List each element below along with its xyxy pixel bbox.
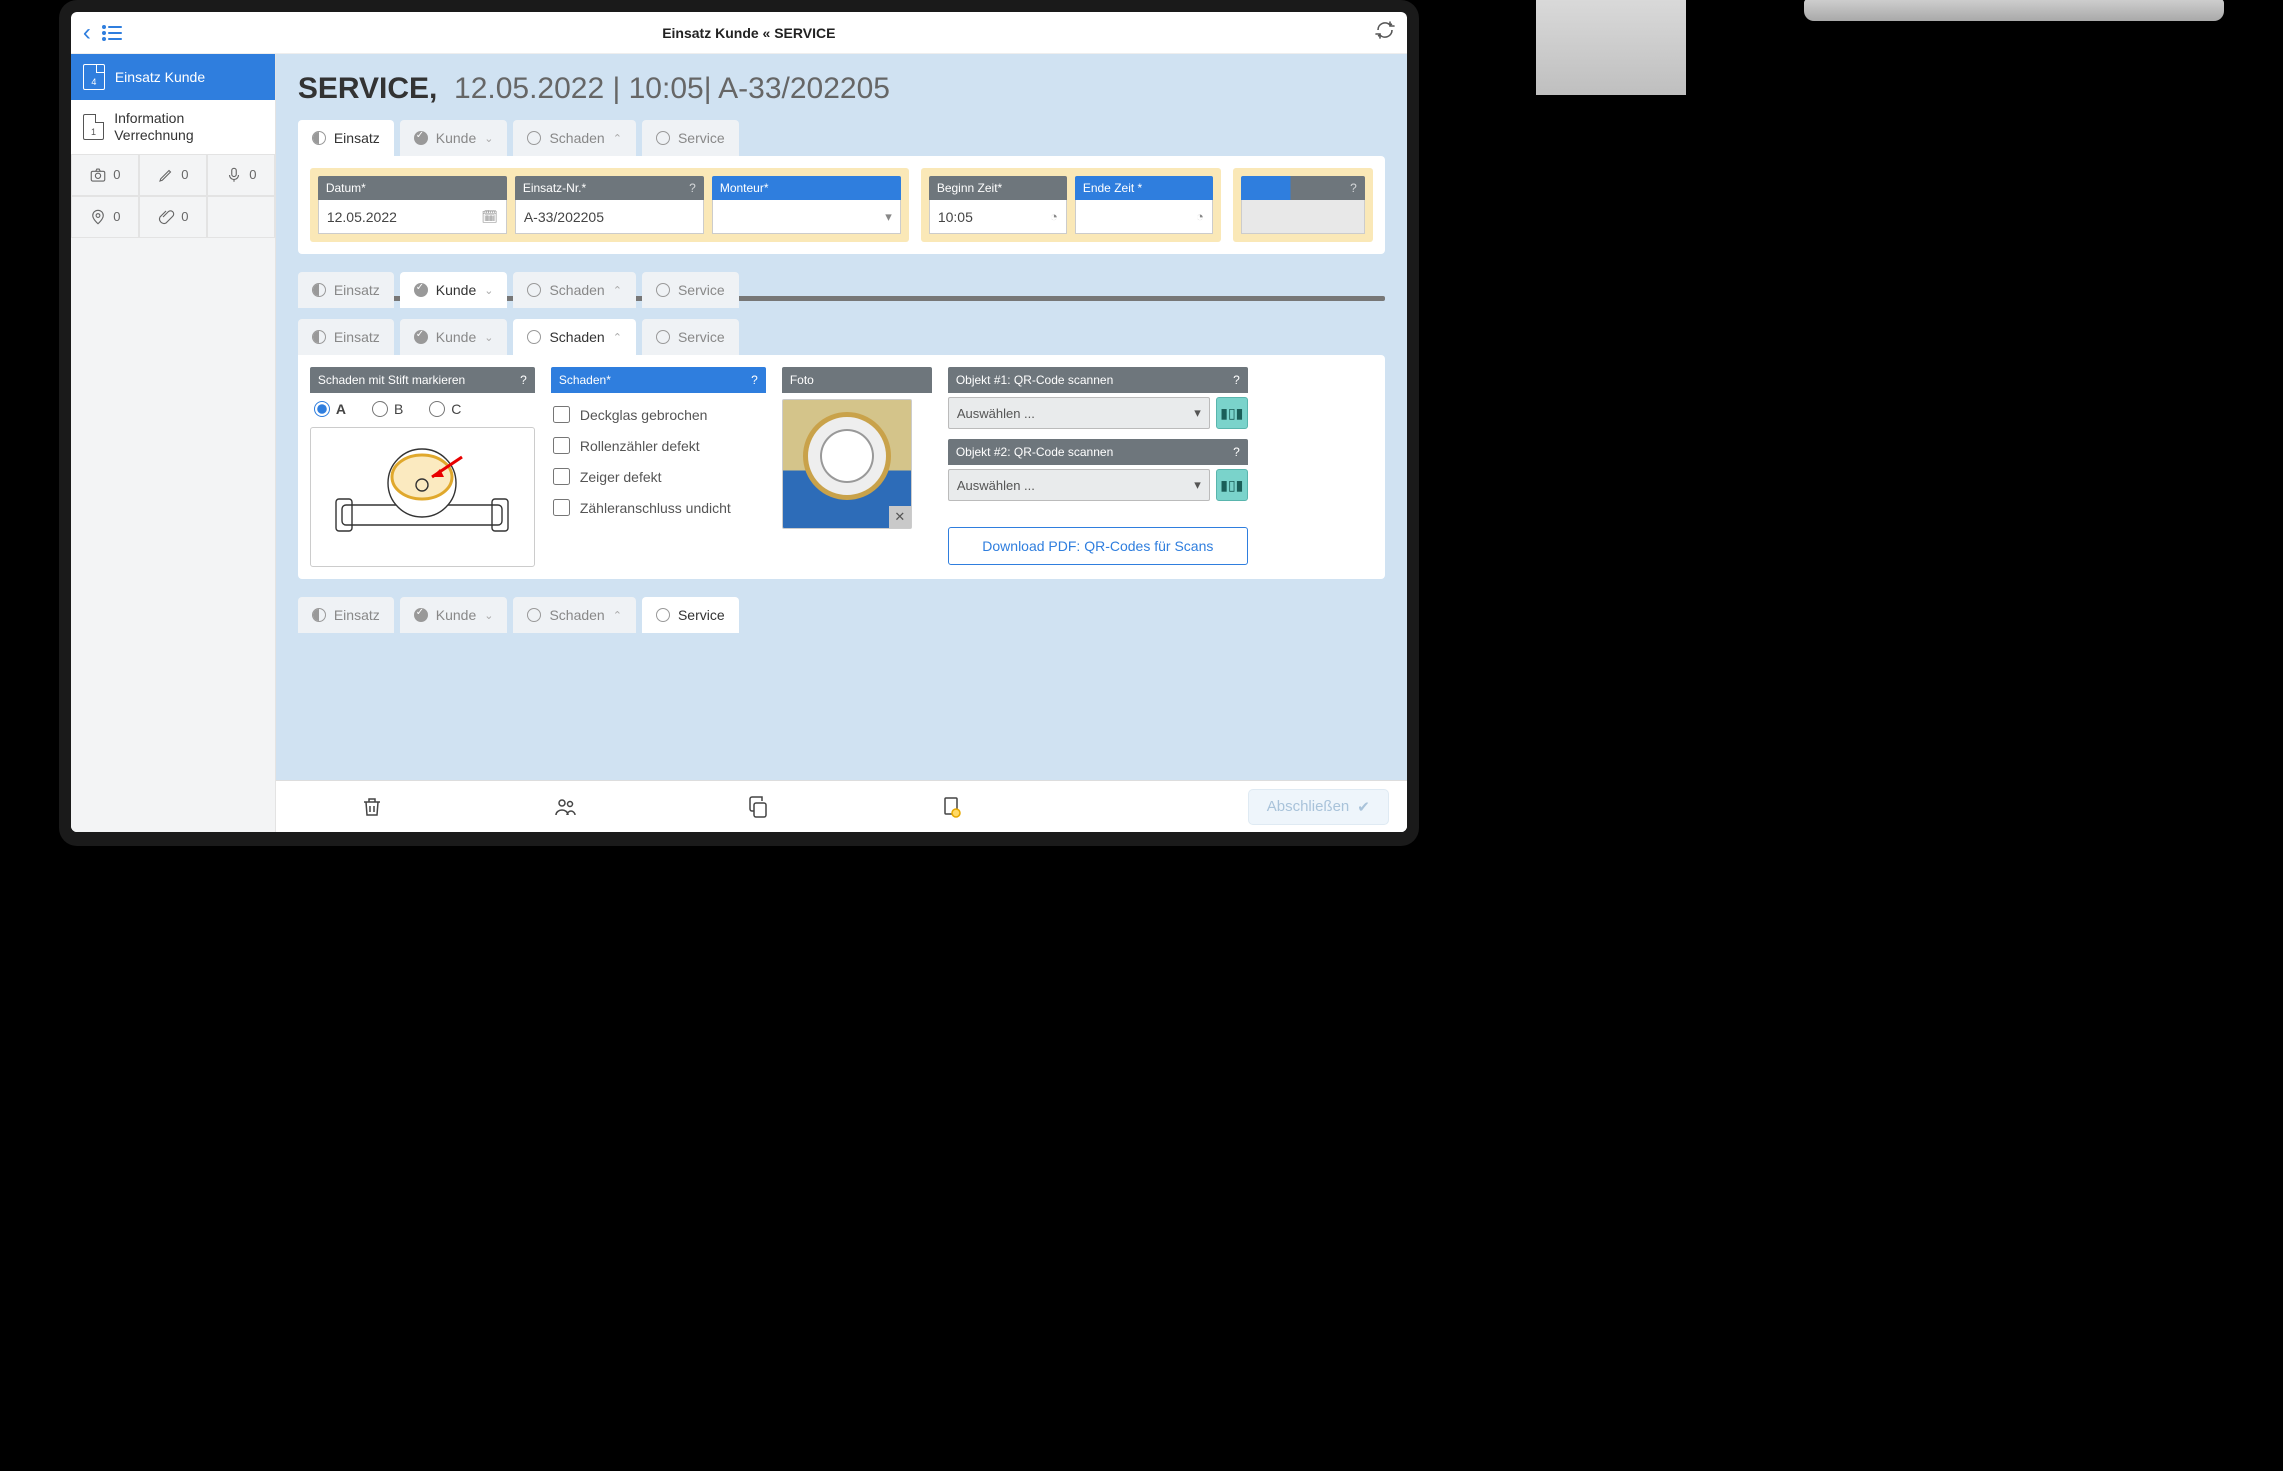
help-icon[interactable]: ?	[689, 181, 696, 195]
check-zeiger[interactable]: Zeiger defekt	[553, 461, 764, 492]
clip-count[interactable]: 0	[139, 196, 207, 238]
document-icon: 4	[83, 64, 105, 90]
label-monteur: Monteur*	[712, 176, 901, 200]
stamp-button[interactable]	[854, 795, 1047, 819]
select-qr2[interactable]: Auswählen ...▾	[948, 469, 1210, 501]
label-schaden-list: Schaden*?	[551, 367, 766, 393]
sidebar-item-verrechnung[interactable]: 1 Information Verrechnung	[71, 100, 275, 154]
remove-photo-icon[interactable]: ✕	[889, 506, 911, 528]
tab-service[interactable]: Service	[642, 597, 739, 633]
tab-schaden[interactable]: Schaden⌃	[513, 272, 636, 308]
check-circle-icon: ✔	[1357, 798, 1370, 816]
input-ende[interactable]: ◔	[1075, 200, 1213, 234]
tab-einsatz[interactable]: Einsatz	[298, 120, 394, 156]
check-rollenzaehler[interactable]: Rollenzähler defekt	[553, 430, 764, 461]
clock-icon: ◔	[1196, 209, 1204, 224]
refresh-icon[interactable]	[1375, 20, 1395, 45]
chevron-down-icon: ⌄	[484, 331, 493, 344]
tab-schaden[interactable]: Schaden⌃	[513, 597, 636, 633]
mic-count[interactable]: 0	[207, 154, 275, 196]
document-icon: 1	[83, 114, 104, 140]
tab-service[interactable]: Service	[642, 272, 739, 308]
label-mark: Schaden mit Stift markieren?	[310, 367, 535, 393]
help-icon[interactable]: ?	[1233, 445, 1240, 459]
calendar-icon: 🗓	[481, 209, 498, 225]
input-einsatz-nr[interactable]: A-33/202205	[515, 200, 704, 234]
help-icon[interactable]: ?	[1350, 181, 1357, 195]
tab-kunde[interactable]: Kunde⌄	[400, 597, 508, 633]
breadcrumb-title: Einsatz Kunde « SERVICE	[133, 25, 1365, 41]
main-area: SERVICE, 12.05.2022 | 10:05| A-33/202205…	[276, 54, 1407, 832]
label-einsatz-nr: Einsatz-Nr.*?	[515, 176, 704, 200]
tab-service[interactable]: Service	[642, 120, 739, 156]
page-title: SERVICE, 12.05.2022 | 10:05| A-33/202205	[298, 72, 1385, 106]
tab-schaden[interactable]: Schaden⌃	[513, 120, 636, 156]
select-monteur[interactable]: ▾	[712, 200, 901, 234]
clock-icon: ◔	[1050, 209, 1058, 224]
help-icon[interactable]: ?	[751, 373, 758, 387]
chevron-up-icon: ⌃	[613, 331, 622, 344]
chevron-up-icon: ⌃	[613, 132, 622, 145]
chevron-down-icon: ⌄	[484, 284, 493, 297]
input-blank	[1241, 200, 1365, 234]
top-bar: ‹ Einsatz Kunde « SERVICE	[71, 12, 1407, 54]
label-ende: Ende Zeit *	[1075, 176, 1213, 200]
sidebar-item-label: Einsatz Kunde	[115, 69, 205, 85]
input-beginn[interactable]: 10:05◔	[929, 200, 1067, 234]
check-anschluss[interactable]: Zähleranschluss undicht	[553, 492, 764, 523]
back-icon[interactable]: ‹	[83, 19, 91, 47]
pencil-count[interactable]: 0	[139, 154, 207, 196]
scan-qr1-button[interactable]: ▮▯▮	[1216, 397, 1248, 429]
trash-button[interactable]	[276, 795, 469, 819]
download-pdf-button[interactable]: Download PDF: QR-Codes für Scans	[948, 527, 1248, 565]
radio-b[interactable]: B	[372, 401, 403, 417]
sidebar-item-label: Information Verrechnung	[114, 110, 263, 144]
chevron-down-icon: ⌄	[484, 609, 493, 622]
label-qr1: Objekt #1: QR-Code scannen?	[948, 367, 1248, 393]
input-datum[interactable]: 12.05.2022🗓	[318, 200, 507, 234]
check-deckglas[interactable]: Deckglas gebrochen	[553, 399, 764, 430]
meter-drawing[interactable]	[310, 427, 535, 567]
scan-qr2-button[interactable]: ▮▯▮	[1216, 469, 1248, 501]
radio-a[interactable]: A	[314, 401, 346, 417]
label-beginn: Beginn Zeit*	[929, 176, 1067, 200]
sidebar: 4 Einsatz Kunde 1 Information Verrechnun…	[71, 54, 276, 832]
tab-kunde[interactable]: Kunde⌄	[400, 319, 508, 355]
empty-cell	[207, 196, 275, 238]
tab-einsatz[interactable]: Einsatz	[298, 272, 394, 308]
tab-einsatz[interactable]: Einsatz	[298, 597, 394, 633]
chevron-down-icon: ▾	[1194, 405, 1201, 421]
tab-service[interactable]: Service	[642, 319, 739, 355]
label-datum: Datum*	[318, 176, 507, 200]
help-icon[interactable]: ?	[520, 373, 527, 387]
tab-schaden[interactable]: Schaden⌃	[513, 319, 636, 355]
label-foto: Foto	[782, 367, 932, 393]
select-qr1[interactable]: Auswählen ...▾	[948, 397, 1210, 429]
sidebar-item-einsatz-kunde[interactable]: 4 Einsatz Kunde	[71, 54, 275, 100]
help-icon[interactable]: ?	[1233, 373, 1240, 387]
foto-thumbnail[interactable]: ✕	[782, 399, 912, 529]
barcode-icon: ▮▯▮	[1220, 405, 1243, 422]
chevron-down-icon: ▾	[1194, 477, 1201, 493]
finish-button[interactable]: Abschließen ✔	[1248, 789, 1389, 825]
chevron-up-icon: ⌃	[613, 284, 622, 297]
team-button[interactable]	[469, 795, 662, 819]
barcode-icon: ▮▯▮	[1220, 477, 1243, 494]
label-qr2: Objekt #2: QR-Code scannen?	[948, 439, 1248, 465]
label-blank: ?	[1241, 176, 1365, 200]
pin-count[interactable]: 0	[71, 196, 139, 238]
chevron-up-icon: ⌃	[613, 609, 622, 622]
tab-kunde[interactable]: Kunde⌄	[400, 120, 508, 156]
list-icon[interactable]	[101, 24, 123, 42]
camera-count[interactable]: 0	[71, 154, 139, 196]
tab-kunde[interactable]: Kunde⌄	[400, 272, 508, 308]
chevron-down-icon: ⌄	[484, 132, 493, 145]
tab-einsatz[interactable]: Einsatz	[298, 319, 394, 355]
radio-c[interactable]: C	[429, 401, 461, 417]
chevron-down-icon: ▾	[885, 209, 892, 225]
bottom-bar: Abschließen ✔	[276, 780, 1407, 832]
copy-button[interactable]	[661, 795, 854, 819]
